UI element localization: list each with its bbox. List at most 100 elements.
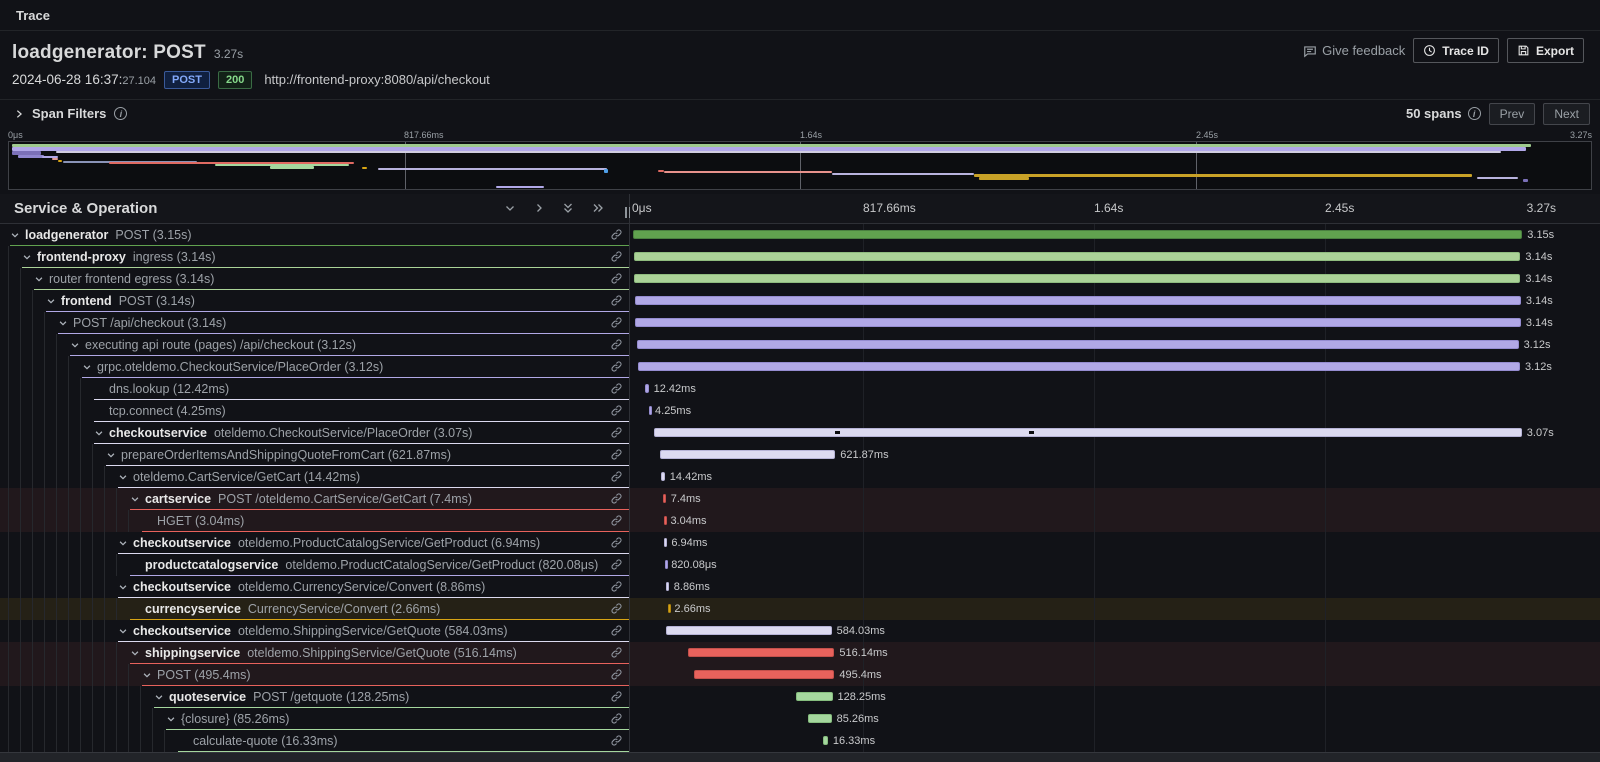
span-bar[interactable]	[637, 340, 1518, 349]
span-bar[interactable]	[823, 736, 828, 745]
trace-row[interactable]: tcp.connect (4.25ms)4.25ms	[0, 400, 1600, 422]
row-expander-icon[interactable]	[118, 626, 128, 636]
span-bar[interactable]	[808, 714, 832, 723]
info-icon[interactable]: i	[114, 107, 127, 120]
span-link-icon[interactable]	[610, 690, 623, 703]
next-span-button[interactable]: Next	[1543, 103, 1590, 125]
span-bar[interactable]	[634, 252, 1520, 261]
trace-row[interactable]: productcatalogserviceoteldemo.ProductCat…	[0, 554, 1600, 576]
span-bar[interactable]	[665, 560, 668, 569]
span-link-icon[interactable]	[610, 228, 623, 241]
span-link-icon[interactable]	[610, 250, 623, 263]
span-link-icon[interactable]	[610, 426, 623, 439]
row-expander-icon[interactable]	[118, 582, 128, 592]
trace-row[interactable]: currencyserviceCurrencyService/Convert (…	[0, 598, 1600, 620]
row-expander-icon[interactable]	[46, 296, 56, 306]
span-link-icon[interactable]	[610, 580, 623, 593]
expand-all-icon[interactable]	[591, 202, 605, 214]
span-bar[interactable]	[664, 538, 667, 547]
span-link-icon[interactable]	[610, 734, 623, 747]
trace-row[interactable]: dns.lookup (12.42ms)12.42ms	[0, 378, 1600, 400]
span-link-icon[interactable]	[610, 536, 623, 549]
span-bar[interactable]	[634, 274, 1520, 283]
span-bar[interactable]	[668, 604, 671, 613]
trace-row[interactable]: router frontend egress (3.14s)3.14s	[0, 268, 1600, 290]
trace-row[interactable]: POST /api/checkout (3.14s)3.14s	[0, 312, 1600, 334]
row-expander-icon[interactable]	[130, 648, 140, 658]
row-expander-icon[interactable]	[82, 362, 92, 372]
trace-row[interactable]: checkoutserviceoteldemo.ShippingService/…	[0, 620, 1600, 642]
trace-row[interactable]: frontendPOST (3.14s)3.14s	[0, 290, 1600, 312]
trace-row[interactable]: oteldemo.CartService/GetCart (14.42ms)14…	[0, 466, 1600, 488]
span-link-icon[interactable]	[610, 272, 623, 285]
trace-row[interactable]: quoteservicePOST /getquote (128.25ms)128…	[0, 686, 1600, 708]
row-expander-icon[interactable]	[34, 274, 44, 284]
span-link-icon[interactable]	[610, 470, 623, 483]
span-bar[interactable]	[661, 472, 665, 481]
span-bar[interactable]	[664, 516, 667, 525]
expand-one-icon[interactable]	[533, 202, 545, 214]
trace-row[interactable]: shippingserviceoteldemo.ShippingService/…	[0, 642, 1600, 664]
span-link-icon[interactable]	[610, 514, 623, 527]
span-link-icon[interactable]	[610, 558, 623, 571]
row-expander-icon[interactable]	[142, 670, 152, 680]
row-expander-icon[interactable]	[166, 714, 176, 724]
span-link-icon[interactable]	[610, 294, 623, 307]
trace-row[interactable]: HGET (3.04ms)3.04ms	[0, 510, 1600, 532]
export-button[interactable]: Export	[1507, 38, 1584, 63]
span-link-icon[interactable]	[610, 624, 623, 637]
row-expander-icon[interactable]	[118, 472, 128, 482]
span-link-icon[interactable]	[610, 360, 623, 373]
trace-row[interactable]: checkoutserviceoteldemo.CheckoutService/…	[0, 422, 1600, 444]
span-bar[interactable]	[635, 296, 1521, 305]
row-expander-icon[interactable]	[130, 494, 140, 504]
span-link-icon[interactable]	[610, 492, 623, 505]
span-link-icon[interactable]	[610, 382, 623, 395]
give-feedback-link[interactable]: Give feedback	[1303, 43, 1405, 58]
span-bar[interactable]	[688, 648, 834, 657]
span-link-icon[interactable]	[610, 338, 623, 351]
row-expander-icon[interactable]	[154, 692, 164, 702]
info-icon[interactable]: i	[1468, 107, 1481, 120]
span-link-icon[interactable]	[610, 668, 623, 681]
trace-id-button[interactable]: Trace ID	[1413, 38, 1499, 63]
trace-row[interactable]: cartservicePOST /oteldemo.CartService/Ge…	[0, 488, 1600, 510]
row-expander-icon[interactable]	[70, 340, 80, 350]
row-expander-icon[interactable]	[10, 230, 20, 240]
span-bar[interactable]	[663, 494, 666, 503]
span-bar[interactable]	[666, 626, 831, 635]
trace-row[interactable]: calculate-quote (16.33ms)16.33ms	[0, 730, 1600, 752]
span-bar[interactable]	[645, 384, 649, 393]
span-bar[interactable]	[660, 450, 836, 459]
trace-row[interactable]: frontend-proxyingress (3.14s)3.14s	[0, 246, 1600, 268]
trace-row[interactable]: loadgeneratorPOST (3.15s)3.15s	[0, 224, 1600, 246]
trace-row[interactable]: checkoutserviceoteldemo.ProductCatalogSe…	[0, 532, 1600, 554]
span-link-icon[interactable]	[610, 316, 623, 329]
trace-row[interactable]: grpc.oteldemo.CheckoutService/PlaceOrder…	[0, 356, 1600, 378]
span-bar[interactable]	[796, 692, 832, 701]
row-expander-icon[interactable]	[22, 252, 32, 262]
span-bar[interactable]	[666, 582, 669, 591]
row-expander-icon[interactable]	[106, 450, 116, 460]
span-link-icon[interactable]	[610, 602, 623, 615]
span-filters-toggle[interactable]: Span Filters i	[14, 106, 127, 121]
row-expander-icon[interactable]	[94, 428, 104, 438]
span-bar[interactable]	[649, 406, 652, 415]
span-link-icon[interactable]	[610, 448, 623, 461]
span-bar[interactable]	[635, 318, 1521, 327]
trace-row[interactable]: checkoutserviceoteldemo.CurrencyService/…	[0, 576, 1600, 598]
trace-row[interactable]: executing api route (pages) /api/checkou…	[0, 334, 1600, 356]
span-bar[interactable]	[694, 670, 834, 679]
trace-row[interactable]: prepareOrderItemsAndShippingQuoteFromCar…	[0, 444, 1600, 466]
trace-row[interactable]: {closure} (85.26ms)85.26ms	[0, 708, 1600, 730]
row-expander-icon[interactable]	[118, 538, 128, 548]
span-bar[interactable]	[654, 428, 1522, 437]
span-bar[interactable]	[638, 362, 1519, 371]
trace-minimap[interactable]	[8, 141, 1592, 190]
collapse-all-icon[interactable]	[562, 201, 574, 215]
span-link-icon[interactable]	[610, 646, 623, 659]
span-bar[interactable]	[633, 230, 1522, 239]
collapse-one-icon[interactable]	[504, 202, 516, 214]
row-expander-icon[interactable]	[58, 318, 68, 328]
span-link-icon[interactable]	[610, 404, 623, 417]
